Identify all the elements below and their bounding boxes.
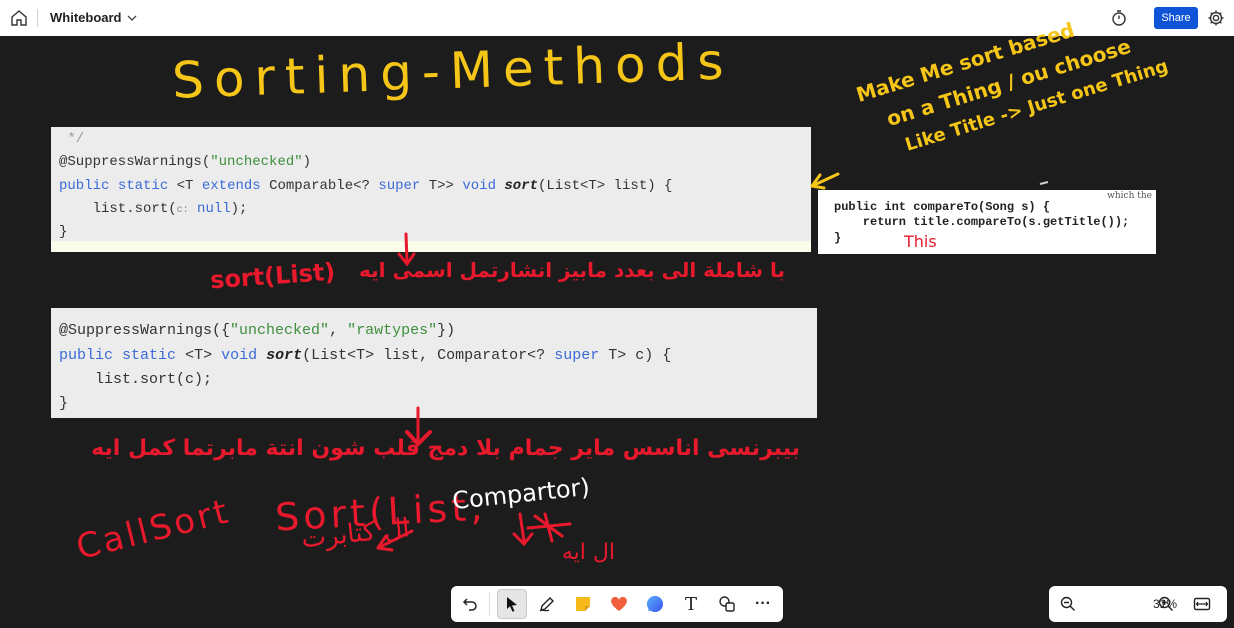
undo-icon [462,598,477,611]
comment-icon [647,596,663,612]
red-scribble-stroke [526,512,572,543]
zoom-in-icon [1158,596,1173,611]
shapes-icon [719,596,735,612]
pointer-icon [507,597,517,612]
pen-tool-button[interactable] [532,589,562,619]
comment-button[interactable] [640,589,670,619]
pen-icon [539,597,554,612]
undo-button[interactable] [455,589,485,619]
shapes-tool-button[interactable] [712,589,742,619]
board-title[interactable]: Whiteboard [50,10,122,25]
zoom-in-button[interactable] [1151,589,1181,619]
sticky-note-icon [576,597,590,611]
yellow-dash-stroke [1039,181,1049,185]
heart-icon [611,596,627,611]
gear-icon[interactable] [1207,9,1225,27]
reaction-button[interactable] [604,589,634,619]
fit-to-screen-icon [1193,597,1211,611]
fit-to-screen-button[interactable] [1187,589,1217,619]
share-button[interactable]: Share [1154,7,1198,29]
toolbar-divider [489,592,490,616]
red-arrow-stroke [404,232,409,264]
ink-strokes[interactable] [0,36,1234,628]
chevron-down-icon[interactable] [126,12,138,24]
red-arrow-stroke [518,512,526,543]
divider [37,9,38,27]
zoom-controls: 31% [1049,586,1227,622]
text-tool-button[interactable]: T [676,589,706,619]
more-options-button[interactable]: ··· [748,589,778,619]
zoom-out-icon [1060,596,1075,611]
zoom-out-button[interactable] [1053,589,1083,619]
bottom-toolbar: T ··· [451,586,783,622]
sticky-note-button[interactable] [568,589,598,619]
select-tool-button[interactable] [497,589,527,619]
home-icon[interactable] [10,9,28,27]
